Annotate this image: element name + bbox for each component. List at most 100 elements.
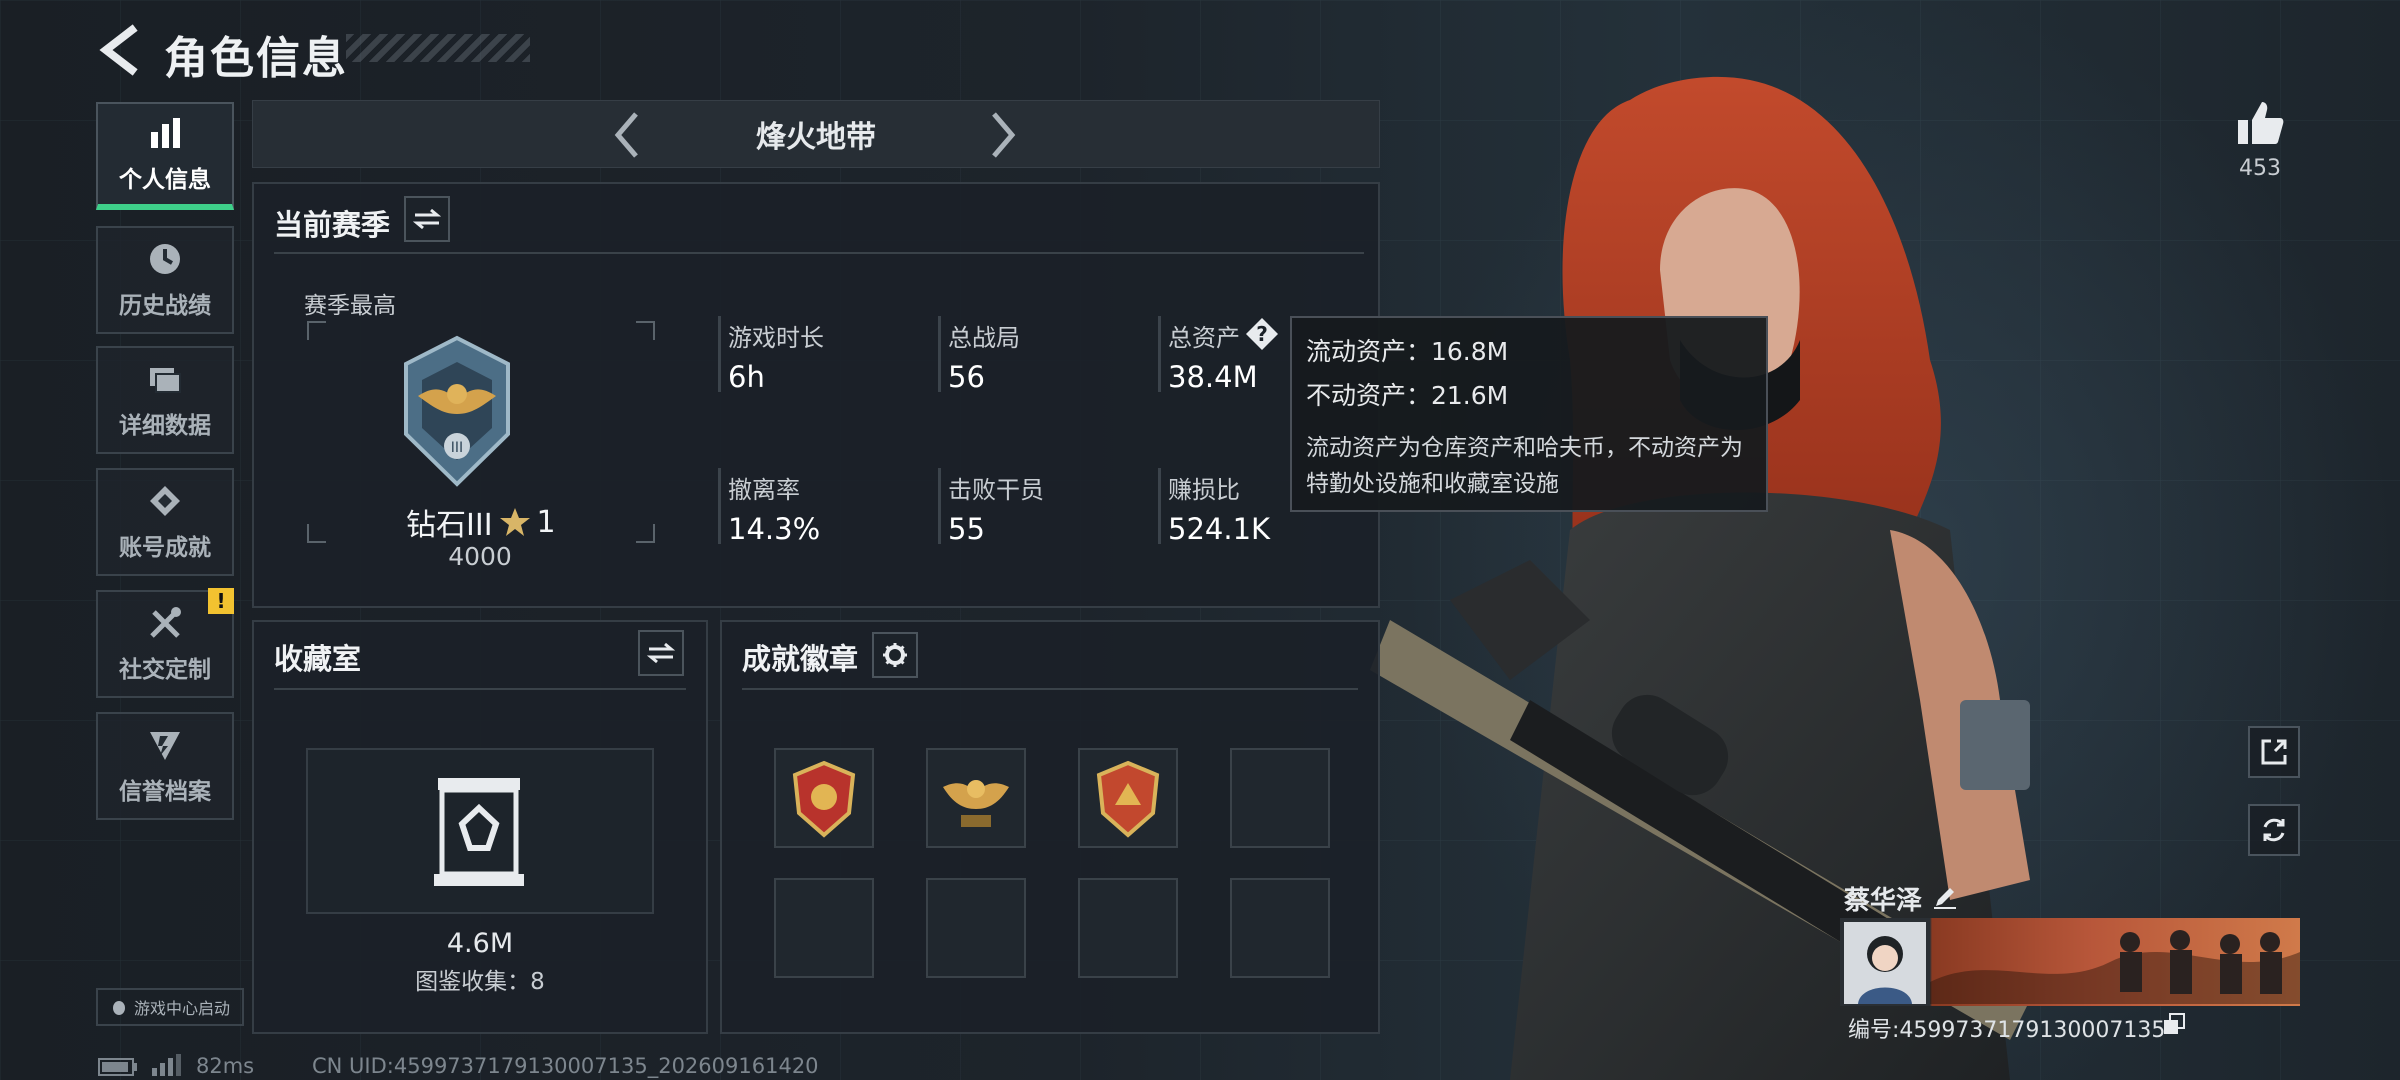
refresh-button[interactable] xyxy=(2248,804,2300,856)
page-title: 角色信息 xyxy=(164,33,348,84)
achievement-icon xyxy=(150,486,180,516)
ping-value: 82ms xyxy=(196,1054,255,1078)
edit-pencil-icon[interactable] xyxy=(1932,884,1958,910)
bar-chart-icon xyxy=(151,118,180,148)
badge-slot[interactable] xyxy=(774,748,874,848)
assets-tooltip: 流动资产：16.8M 不动资产：21.6M 流动资产为仓库资产和哈夫币，不动资产… xyxy=(1290,316,1768,512)
stat-label: 撤离率 xyxy=(728,476,800,504)
orange-shield-badge-icon xyxy=(1096,760,1160,838)
sidebar-item-history[interactable]: 历史战绩 xyxy=(96,226,234,334)
sidebar-item-label: 社交定制 xyxy=(119,657,211,683)
sidebar-item-label: 详细数据 xyxy=(119,413,211,439)
stat-value: 6h xyxy=(728,360,765,394)
sidebar-item-detailed-data[interactable]: 详细数据 xyxy=(96,346,234,454)
share-icon xyxy=(2261,739,2287,765)
collection-catalog: 图鉴收集：8 xyxy=(415,969,545,995)
stat-label: 击败干员 xyxy=(948,476,1044,504)
red-shield-badge-icon xyxy=(792,760,856,838)
copy-icon[interactable] xyxy=(2162,1012,2186,1036)
player-name: 蔡华泽 xyxy=(1844,886,1923,916)
stat-divider xyxy=(1158,468,1161,544)
liquid-assets: 流动资产：16.8M xyxy=(1306,337,1509,366)
stat-value: 14.3% xyxy=(728,512,821,546)
achievements-settings-button[interactable] xyxy=(872,632,918,678)
stat-value: 55 xyxy=(948,512,985,546)
star-icon xyxy=(499,508,530,536)
collection-value: 4.6M xyxy=(446,928,514,959)
player-id: 编号:4599737179130007135 xyxy=(1848,1018,2166,1043)
sidebar-item-label: 历史战绩 xyxy=(119,293,211,319)
badge-slot[interactable] xyxy=(1078,748,1178,848)
svg-text:III: III xyxy=(451,440,463,456)
chevron-right-icon[interactable] xyxy=(988,110,1018,160)
achievements-title: 成就徽章 xyxy=(742,642,859,676)
assets-description: 流动资产为仓库资产和哈夫币，不动资产为特勤处设施和收藏室设施 xyxy=(1306,435,1743,497)
stat-divider xyxy=(1158,316,1161,392)
signal-icon xyxy=(152,1054,181,1076)
divider xyxy=(274,252,1364,254)
rank-line: 钻石III 1 xyxy=(406,500,556,544)
folder-icon xyxy=(150,368,181,393)
share-button[interactable] xyxy=(2248,726,2300,778)
season-switch-button[interactable] xyxy=(404,196,450,242)
avatar[interactable] xyxy=(1844,922,1926,1004)
fixed-assets: 不动资产：21.6M xyxy=(1306,381,1509,410)
stat-label: 赚损比 xyxy=(1168,476,1240,504)
season-best-label: 赛季最高 xyxy=(304,293,396,319)
uid-text: CN UID:4599737179130007135_202609161420 xyxy=(312,1054,819,1078)
badge-slot-empty[interactable] xyxy=(1078,878,1178,978)
game-center-label: 游戏中心启动 xyxy=(133,999,230,1018)
shield-icon xyxy=(150,732,180,760)
title-decoration xyxy=(346,34,530,62)
like-count: 453 xyxy=(2239,156,2281,181)
golden-eagle-badge-icon xyxy=(943,780,1009,827)
svg-text:?: ? xyxy=(1256,322,1268,346)
sidebar-item-personal-info[interactable]: 个人信息 xyxy=(96,102,234,210)
stat-divider xyxy=(718,316,721,392)
collection-title: 收藏室 xyxy=(274,642,362,676)
badge-slot-empty[interactable] xyxy=(1230,878,1330,978)
back-arrow-icon[interactable] xyxy=(96,24,140,76)
stat-divider xyxy=(938,468,941,544)
rank-score: 4000 xyxy=(448,542,512,571)
banner-soldiers-art xyxy=(1930,930,2300,1004)
badge-slot-empty[interactable] xyxy=(926,878,1026,978)
badge-slot-empty[interactable] xyxy=(774,878,874,978)
thumbs-up-icon[interactable] xyxy=(2236,98,2286,148)
help-icon[interactable]: ? xyxy=(1244,316,1280,352)
rank-stars: 1 xyxy=(536,504,556,540)
battery-icon xyxy=(98,1058,137,1076)
gear-icon xyxy=(883,643,907,667)
badge-slot-empty[interactable] xyxy=(1230,748,1330,848)
swap-icon xyxy=(413,208,441,230)
display-case-icon xyxy=(434,778,524,886)
swap-icon xyxy=(647,642,675,664)
stat-label: 游戏时长 xyxy=(728,324,824,352)
penguin-icon xyxy=(112,1001,125,1015)
season-title: 当前赛季 xyxy=(274,208,391,242)
sidebar-item-label: 个人信息 xyxy=(119,167,211,193)
stat-divider xyxy=(718,468,721,544)
mode-name: 烽火地带 xyxy=(756,120,876,155)
sidebar-item-label: 信誉档案 xyxy=(119,779,211,805)
diamond-rank-medal-icon: III xyxy=(404,335,510,487)
stat-label: 总资产 xyxy=(1168,324,1240,352)
badge-slot[interactable] xyxy=(926,748,1026,848)
alert-badge: ! xyxy=(208,588,234,614)
tools-icon xyxy=(150,607,181,638)
divider xyxy=(742,688,1358,690)
collection-switch-button[interactable] xyxy=(638,630,684,676)
chevron-left-icon[interactable] xyxy=(612,110,642,160)
stat-value: 38.4M xyxy=(1168,360,1258,394)
stat-label: 总战局 xyxy=(948,324,1020,352)
sidebar-item-label: 账号成就 xyxy=(119,535,211,561)
stat-divider xyxy=(938,316,941,392)
divider xyxy=(274,688,686,690)
stat-value: 524.1K xyxy=(1168,512,1271,546)
sidebar-item-reputation[interactable]: 信誉档案 xyxy=(96,712,234,820)
clock-icon xyxy=(150,244,180,274)
game-center-launch[interactable]: 游戏中心启动 xyxy=(96,988,244,1026)
sidebar-item-achievements[interactable]: 账号成就 xyxy=(96,468,234,576)
rank-name: 钻石III xyxy=(406,508,493,543)
avatar-image xyxy=(1858,936,1912,1004)
